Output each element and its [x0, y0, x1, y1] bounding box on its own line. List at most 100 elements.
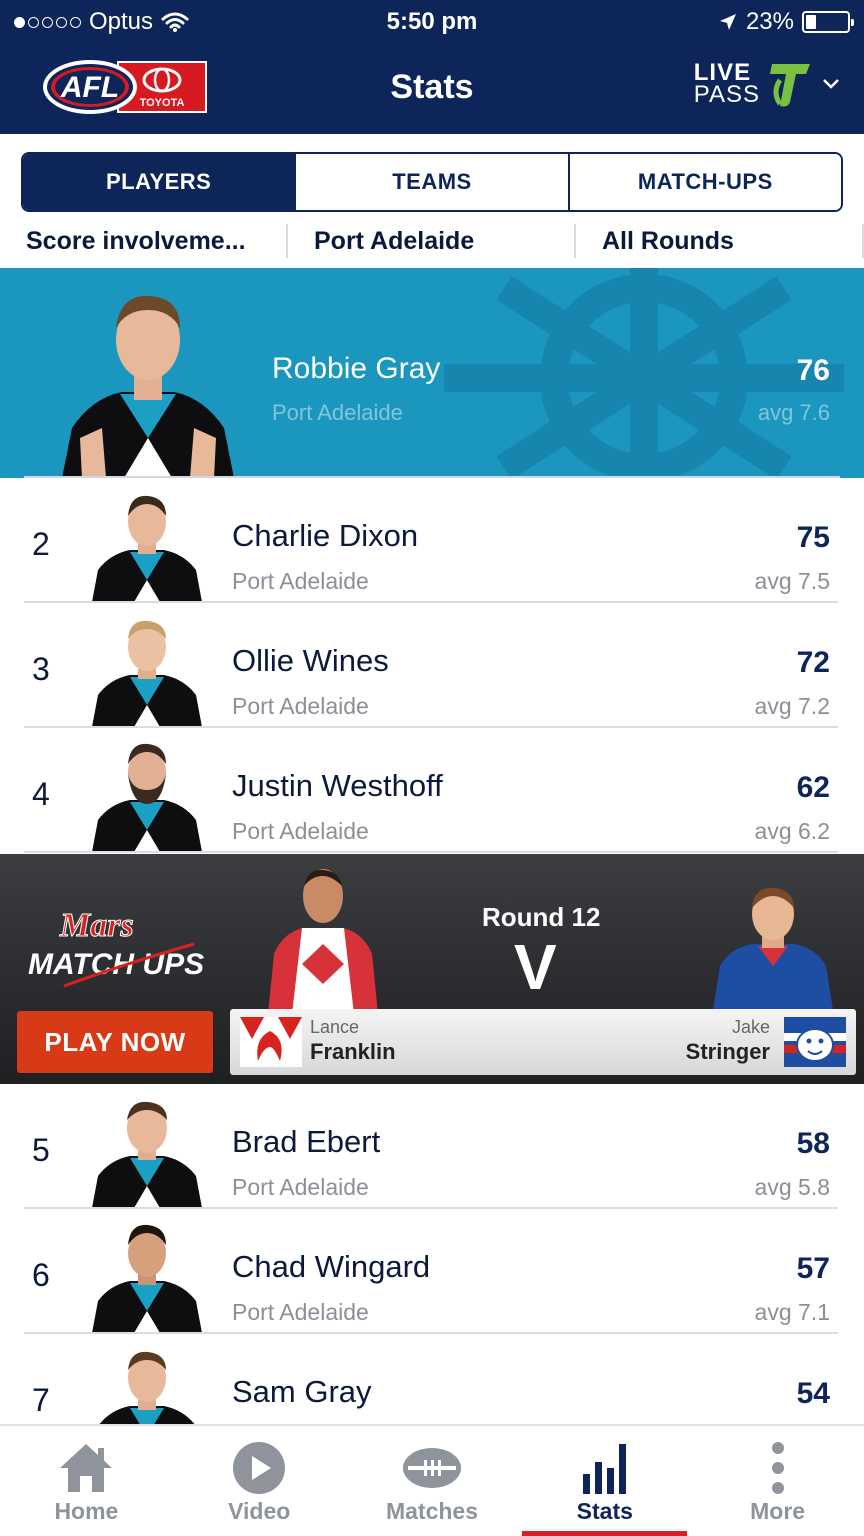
top-player-avg: avg 7.6 — [757, 400, 830, 425]
player-rank: 6 — [32, 1257, 50, 1293]
home-icon — [60, 1444, 113, 1492]
player-team: Port Adelaide — [232, 568, 369, 594]
player-rank: 7 — [32, 1382, 50, 1418]
player1-last-name: Franklin — [310, 1039, 396, 1064]
football-icon — [402, 1448, 461, 1488]
top-player-value: 76 — [796, 354, 830, 387]
player-name: Ollie Wines — [232, 643, 389, 678]
player-value: 54 — [796, 1377, 830, 1410]
player-photo — [92, 620, 202, 727]
nav-video[interactable]: Video — [173, 1426, 346, 1536]
tab-players[interactable]: PLAYERS — [23, 154, 297, 210]
tab-match-ups[interactable]: MATCH-UPS — [569, 154, 841, 210]
player-value: 62 — [796, 771, 830, 804]
player2-photo — [712, 887, 834, 1016]
player-photo — [92, 495, 202, 602]
mars-matchups-ad-banner[interactable]: Mars MATCH UPS Round 12 V PLAY NOW Lance… — [0, 854, 864, 1084]
player-name: Charlie Dixon — [232, 518, 419, 553]
nav-more-label: More — [750, 1498, 806, 1524]
telstra-logo-icon — [770, 64, 810, 107]
battery-icon — [802, 11, 854, 33]
ad-brand-matchups: MATCH UPS — [28, 948, 204, 981]
player-photo — [99, 1351, 195, 1424]
top-player-card[interactable]: Robbie Gray Port Adelaide 76 avg 7.6 — [0, 268, 864, 478]
stats-tabs: PLAYERS TEAMS MATCH-UPS — [21, 152, 843, 212]
livepass-menu-button[interactable]: LIVE PASS — [694, 58, 840, 110]
player-name: Brad Ebert — [232, 1124, 381, 1159]
player-rank: 2 — [32, 526, 50, 562]
nav-home[interactable]: Home — [0, 1426, 173, 1536]
player-value: 57 — [796, 1252, 830, 1285]
nav-stats[interactable]: Stats — [518, 1426, 691, 1536]
mars-matchups-logo: Mars MATCH UPS — [28, 907, 204, 988]
ad-brand-mars: Mars — [59, 907, 134, 944]
nav-matches-label: Matches — [385, 1498, 479, 1524]
nav-matches[interactable]: Matches — [346, 1426, 519, 1536]
player-row[interactable]: 6 Chad Wingard Port Adelaide 57 avg 7.1 — [0, 1209, 864, 1334]
status-right: 23% — [718, 8, 854, 36]
bar-chart-icon — [582, 1444, 626, 1494]
rounds-filter-dropdown[interactable]: All Rounds — [576, 224, 864, 258]
play-now-button[interactable]: PLAY NOW — [17, 1011, 213, 1073]
player-team: Port Adelaide — [232, 1299, 369, 1325]
nav-video-label: Video — [228, 1498, 291, 1524]
player-avg: avg 7.2 — [754, 693, 830, 719]
player-team: Port Adelaide — [232, 818, 369, 844]
player-name: Sam Gray — [232, 1374, 372, 1409]
banner-pattern-graphic — [444, 268, 844, 478]
matchup-bar[interactable]: Lance Franklin Jake Stringer — [230, 1009, 856, 1075]
livepass-logo: LIVE PASS — [693, 61, 760, 108]
nav-more[interactable]: More — [691, 1426, 864, 1536]
player2-first-name: Jake — [731, 1017, 770, 1037]
divider — [24, 851, 838, 853]
player-team: Port Adelaide — [232, 1174, 369, 1200]
player-row[interactable]: 7 Sam Gray 54 — [0, 1334, 864, 1424]
livepass-line2: PASS — [693, 81, 760, 108]
player-name: Chad Wingard — [232, 1249, 431, 1284]
play-icon — [233, 1442, 286, 1494]
ad-vs-label: V — [514, 931, 557, 1003]
chevron-down-icon — [823, 79, 839, 89]
nav-stats-label: Stats — [576, 1498, 633, 1524]
location-arrow-icon — [719, 14, 736, 30]
more-vertical-icon — [771, 1442, 784, 1494]
ad-round-label: Round 12 — [482, 902, 601, 932]
player-photo — [92, 1224, 202, 1333]
player-team: Port Adelaide — [232, 693, 369, 719]
status-bar: Optus 5:50 pm 23% — [0, 0, 864, 44]
player-row[interactable]: 3 Ollie Wines Port Adelaide 72 avg 7.2 — [0, 603, 864, 728]
player-name: Justin Westhoff — [232, 768, 443, 803]
filter-bar: Score involveme... Port Adelaide All Rou… — [0, 218, 864, 266]
player-photo — [92, 743, 202, 852]
player1-photo — [268, 869, 378, 1014]
bulldogs-team-logo — [784, 1017, 846, 1067]
player-photo — [92, 1101, 202, 1208]
player-value: 58 — [796, 1127, 830, 1160]
player-row[interactable]: 4 Justin Westhoff Port Adelaide 62 avg 6… — [0, 728, 864, 853]
player-rank: 3 — [32, 651, 50, 687]
bottom-tab-bar: Home Video Matches Stats More — [0, 1424, 864, 1536]
player-rank: 4 — [32, 776, 50, 812]
player-row[interactable]: 2 Charlie Dixon Port Adelaide 75 avg 7.5 — [0, 478, 864, 603]
top-player-name: Robbie Gray — [272, 352, 441, 385]
player-row[interactable]: 5 Brad Ebert Port Adelaide 58 avg 5.8 — [0, 1084, 864, 1209]
active-tab-indicator — [522, 1531, 688, 1536]
player-value: 75 — [796, 521, 830, 554]
player1-first-name: Lance — [310, 1017, 360, 1037]
team-filter-dropdown[interactable]: Port Adelaide — [288, 224, 576, 258]
nav-home-label: Home — [54, 1498, 119, 1524]
swans-team-logo — [240, 1017, 302, 1067]
battery-percent: 23% — [745, 8, 794, 35]
player-avg: avg 7.1 — [754, 1299, 830, 1325]
top-player-team: Port Adelaide — [272, 400, 403, 425]
player-rank: 5 — [32, 1132, 50, 1168]
player-avg: avg 5.8 — [754, 1174, 830, 1200]
stat-filter-dropdown[interactable]: Score involveme... — [0, 224, 288, 258]
tab-teams[interactable]: TEAMS — [296, 154, 570, 210]
player2-last-name: Stringer — [685, 1039, 770, 1064]
app-header: Optus 5:50 pm 23% TOYOTA AFL Stats LIVE … — [0, 0, 864, 134]
player-avg: avg 7.5 — [754, 568, 830, 594]
player-avg: avg 6.2 — [754, 818, 830, 844]
player-photo — [62, 295, 234, 478]
player-value: 72 — [796, 646, 830, 679]
